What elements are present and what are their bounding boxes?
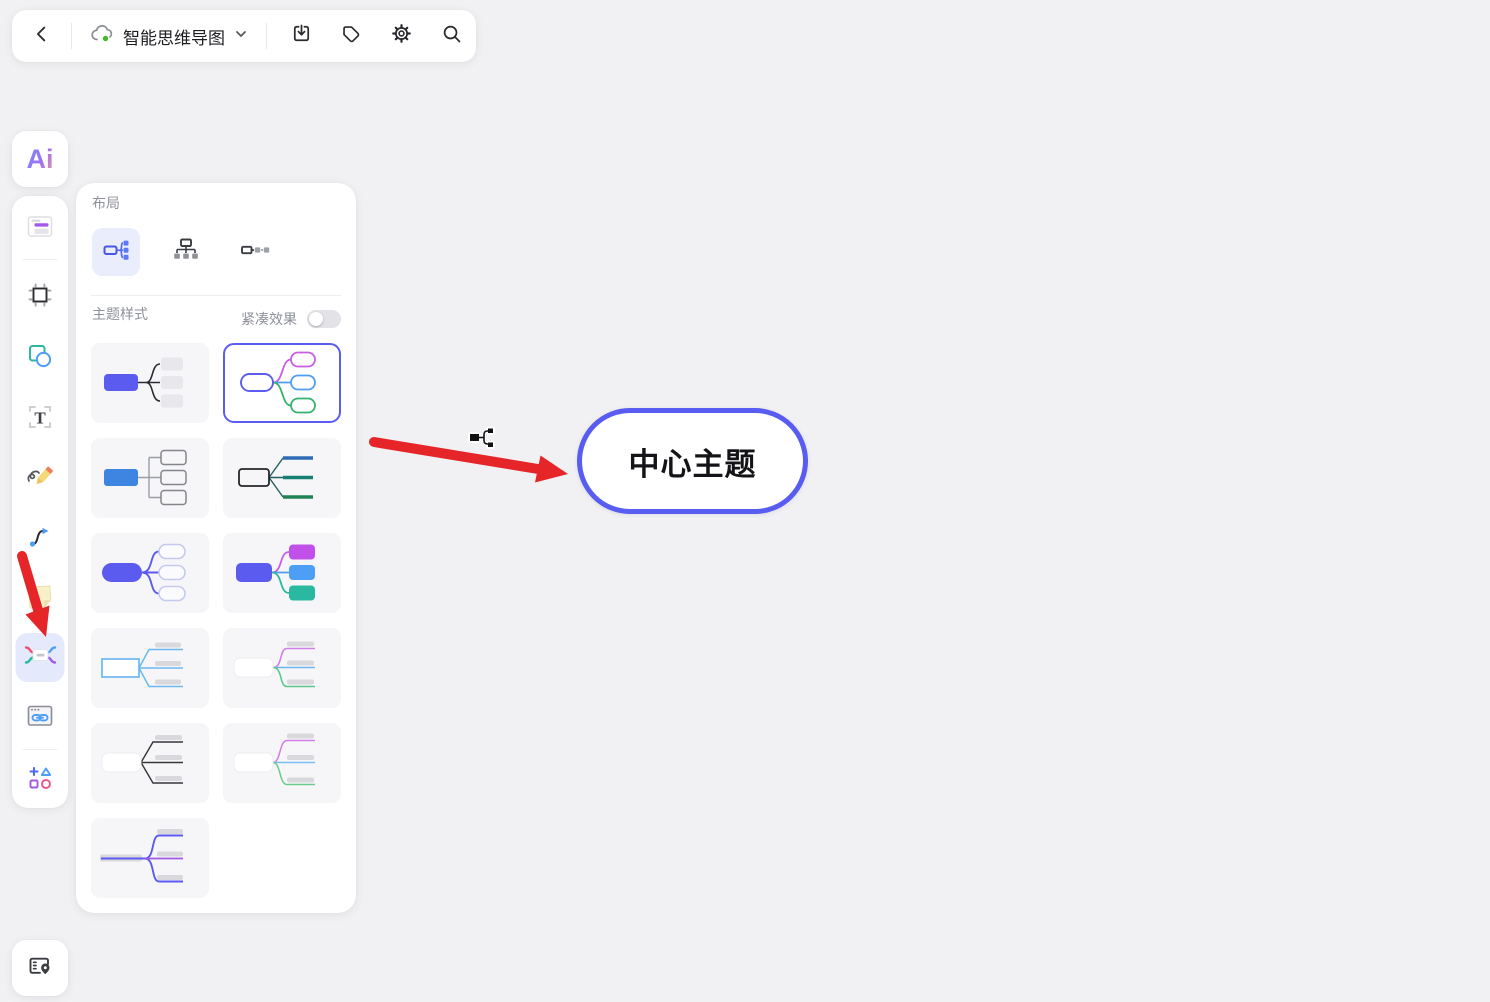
layout-section-label: 布局 (92, 195, 120, 211)
sidebar-divider (23, 259, 57, 260)
back-button[interactable] (22, 16, 62, 56)
map-navigator-button[interactable] (12, 940, 68, 996)
document-title: 智能思维导图 (123, 28, 225, 48)
svg-text:T: T (34, 408, 46, 427)
text-icon: T (26, 403, 54, 436)
org-chart-layout-icon (172, 236, 200, 269)
sidebar-item-sticky-note[interactable] (19, 578, 61, 620)
sticky-note-icon (25, 582, 55, 617)
chevron-down-icon (233, 26, 249, 47)
sidebar-item-shapes[interactable] (19, 337, 61, 379)
layout-option-mind-map-right[interactable] (92, 228, 140, 276)
top-toolbar: 智能思维导图 (12, 10, 476, 62)
central-topic-node[interactable]: 中心主题 (577, 408, 808, 514)
settings-button[interactable] (381, 16, 421, 56)
sidebar-item-draw[interactable] (19, 458, 61, 500)
download-icon (290, 22, 313, 50)
toggle-knob (309, 312, 323, 326)
search-icon (440, 22, 463, 50)
cloud-synced-icon (89, 22, 115, 51)
connector-icon (26, 523, 54, 556)
ai-assistant-button[interactable]: Ai (12, 131, 68, 187)
ai-logo: Ai (26, 143, 54, 174)
layout-option-timeline[interactable] (232, 228, 280, 276)
export-button[interactable] (281, 16, 321, 56)
layout-options (92, 228, 280, 276)
shapes-icon (26, 342, 54, 375)
shapes-plus-icon (26, 764, 54, 797)
theme-thumbnail-skyblue-underline[interactable] (91, 628, 209, 708)
pen-icon (25, 463, 55, 496)
gear-icon (390, 22, 413, 50)
sidebar-item-frame[interactable] (19, 276, 61, 318)
theme-thumbnail-white-color-underline[interactable] (223, 628, 341, 708)
central-topic-text: 中心主题 (628, 446, 757, 482)
theme-thumbnail-black-box-color-bars[interactable] (223, 438, 341, 518)
mind-map-cursor-icon (468, 426, 495, 449)
sidebar-item-connector[interactable] (19, 518, 61, 560)
timeline-layout-icon (240, 236, 272, 269)
compact-effect-toggle[interactable] (307, 310, 341, 328)
chevron-left-icon (31, 23, 53, 50)
theme-thumbnail-plain-indigo-underline[interactable] (91, 818, 209, 898)
search-button[interactable] (431, 16, 471, 56)
mind-map-icon (23, 640, 57, 675)
toolbar-divider (266, 23, 267, 49)
sidebar-item-mind-map[interactable] (15, 633, 65, 682)
embed-icon (25, 702, 55, 735)
frame-icon (27, 282, 53, 313)
theme-thumbnail-indigo-pill-lavender[interactable] (91, 533, 209, 613)
tag-button[interactable] (331, 16, 371, 56)
slides-icon (25, 213, 55, 246)
tag-icon (340, 23, 362, 50)
mind-map-format-panel: 布局 主题样式 紧凑效果 (76, 183, 356, 913)
sidebar-item-text[interactable]: T (19, 398, 61, 440)
compact-effect-label: 紧凑效果 (241, 311, 297, 327)
theme-thumbnail-filled-blue-outline[interactable] (91, 438, 209, 518)
mind-map-layout-icon (102, 236, 130, 269)
document-switcher[interactable]: 智能思维导图 (81, 16, 257, 56)
theme-style-grid (91, 343, 341, 898)
map-card-icon (26, 952, 54, 985)
sidebar-divider (23, 749, 57, 750)
sidebar-item-templates[interactable] (19, 208, 61, 250)
panel-divider (91, 295, 341, 296)
theme-thumbnail-white-black-underline[interactable] (91, 723, 209, 803)
sidebar-item-more-shapes[interactable] (19, 759, 61, 801)
theme-thumbnail-white-pastel-underline[interactable] (223, 723, 341, 803)
theme-thumbnail-outline-colorful-pills[interactable] (223, 343, 341, 423)
tool-sidebar: T (12, 196, 68, 808)
theme-thumbnail-filled-indigo-gray[interactable] (91, 343, 209, 423)
theme-thumbnail-filled-rainbow-blocks[interactable] (223, 533, 341, 613)
theme-section-label: 主题样式 (92, 306, 148, 322)
layout-option-org-chart[interactable] (162, 228, 210, 276)
red-arrow-to-central-topic (369, 437, 568, 483)
sidebar-item-embed[interactable] (19, 697, 61, 739)
toolbar-divider (71, 23, 72, 49)
